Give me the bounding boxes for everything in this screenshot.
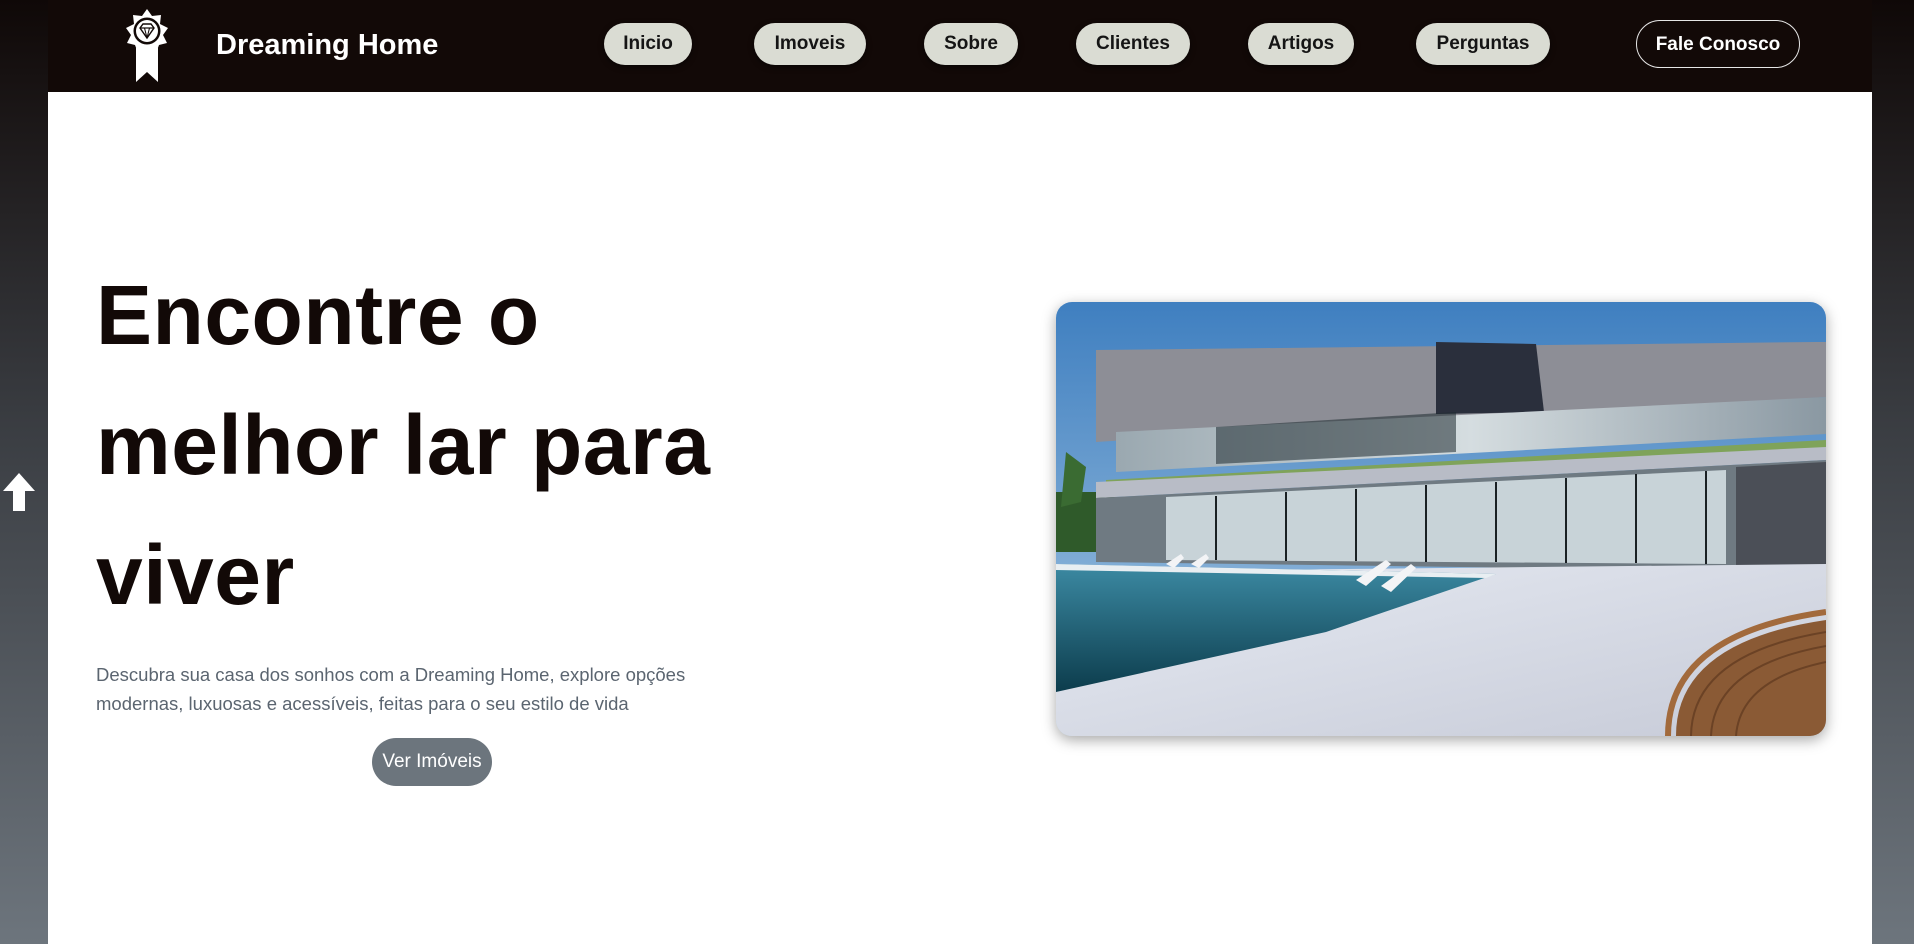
hero-description: Descubra sua casa dos sonhos com a Dream… [96, 664, 686, 714]
nav-item-artigos[interactable]: Artigos [1248, 23, 1354, 65]
nav-item-perguntas[interactable]: Perguntas [1416, 23, 1550, 65]
top-navbar: Dreaming Home Inicio Imoveis Sobre Clien… [48, 0, 1872, 92]
nav-item-clientes[interactable]: Clientes [1076, 23, 1190, 65]
view-properties-button[interactable]: Ver Imóveis [372, 738, 492, 786]
nav-item-imoveis[interactable]: Imoveis [754, 23, 866, 65]
contact-button[interactable]: Fale Conosco [1636, 20, 1800, 68]
page-container: Dreaming Home Inicio Imoveis Sobre Clien… [48, 0, 1872, 944]
hero-house-image [1056, 302, 1826, 736]
hero-title: Encontre o melhor lar para viver [96, 268, 711, 622]
scroll-to-top-button[interactable] [0, 470, 38, 514]
brand-name[interactable]: Dreaming Home [216, 28, 438, 62]
nav-item-sobre[interactable]: Sobre [924, 23, 1018, 65]
nav-item-inicio[interactable]: Inicio [604, 23, 692, 65]
arrow-up-icon [3, 473, 35, 511]
diamond-ribbon-badge-icon[interactable] [124, 8, 170, 84]
